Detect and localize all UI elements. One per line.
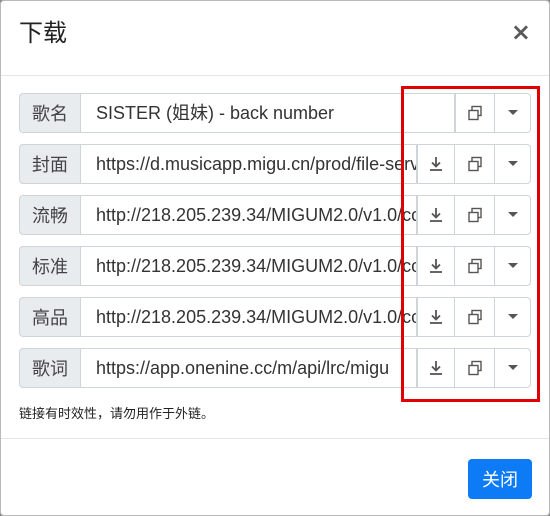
- copy-icon: [467, 258, 482, 274]
- download-button[interactable]: [417, 297, 455, 337]
- modal-footer: 关闭: [1, 438, 549, 515]
- copy-icon: [467, 360, 482, 376]
- download-icon: [430, 310, 442, 324]
- row-value-field[interactable]: http://218.205.239.34/MIGUM2.0/v1.0/cont…: [81, 297, 417, 337]
- close-x-button[interactable]: ×: [511, 20, 531, 44]
- row-value-field[interactable]: https://d.musicapp.migu.cn/prod/file-ser…: [81, 144, 417, 184]
- copy-button[interactable]: [455, 246, 495, 286]
- row-value-field[interactable]: https://app.onenine.cc/m/api/lrc/migu: [81, 348, 417, 388]
- row-high-quality: 高品 http://218.205.239.34/MIGUM2.0/v1.0/c…: [19, 297, 531, 337]
- row-smooth: 流畅 http://218.205.239.34/MIGUM2.0/v1.0/c…: [19, 195, 531, 235]
- row-label: 封面: [19, 144, 81, 184]
- caret-down-icon: [507, 365, 518, 370]
- dropdown-button[interactable]: [495, 348, 531, 388]
- download-icon: [430, 208, 442, 222]
- modal-title: 下载: [19, 19, 67, 47]
- download-button[interactable]: [417, 246, 455, 286]
- download-icon: [430, 259, 442, 273]
- row-label: 标准: [19, 246, 81, 286]
- caret-down-icon: [507, 263, 518, 268]
- row-song-name: 歌名 SISTER (姐妹) - back number: [19, 93, 531, 133]
- caret-down-icon: [507, 314, 518, 319]
- row-value-field[interactable]: http://218.205.239.34/MIGUM2.0/v1.0/cont…: [81, 195, 417, 235]
- row-value-field[interactable]: SISTER (姐妹) - back number: [81, 93, 455, 133]
- copy-icon: [467, 309, 482, 325]
- close-button[interactable]: 关闭: [468, 459, 532, 499]
- download-button[interactable]: [417, 195, 455, 235]
- row-label: 歌名: [19, 93, 81, 133]
- row-cover: 封面 https://d.musicapp.migu.cn/prod/file-…: [19, 144, 531, 184]
- row-label: 高品: [19, 297, 81, 337]
- modal-header: 下载 ×: [1, 1, 549, 76]
- download-icon: [430, 157, 442, 171]
- copy-button[interactable]: [455, 144, 495, 184]
- copy-icon: [468, 105, 482, 121]
- row-lyrics: 歌词 https://app.onenine.cc/m/api/lrc/migu: [19, 348, 531, 388]
- caret-down-icon: [507, 212, 518, 217]
- caret-down-icon: [507, 110, 518, 115]
- download-button[interactable]: [417, 348, 455, 388]
- row-label: 流畅: [19, 195, 81, 235]
- row-standard: 标准 http://218.205.239.34/MIGUM2.0/v1.0/c…: [19, 246, 531, 286]
- dropdown-button[interactable]: [495, 246, 531, 286]
- expiry-note: 链接有时效性，请勿用作于外链。: [19, 407, 215, 422]
- dropdown-button[interactable]: [495, 93, 531, 133]
- row-value-field[interactable]: http://218.205.239.34/MIGUM2.0/v1.0/cont…: [81, 246, 417, 286]
- download-modal: 下载 × 歌名 SISTER (姐妹) - back number 封面 htt…: [0, 0, 550, 516]
- row-label: 歌词: [19, 348, 81, 388]
- copy-icon: [467, 156, 482, 172]
- dropdown-button[interactable]: [495, 297, 531, 337]
- modal-body: 歌名 SISTER (姐妹) - back number 封面 https://…: [1, 76, 549, 438]
- copy-icon: [467, 207, 482, 223]
- copy-button[interactable]: [455, 348, 495, 388]
- copy-button[interactable]: [455, 195, 495, 235]
- download-button[interactable]: [417, 144, 455, 184]
- dropdown-button[interactable]: [495, 195, 531, 235]
- caret-down-icon: [507, 161, 518, 166]
- copy-button[interactable]: [455, 297, 495, 337]
- dropdown-button[interactable]: [495, 144, 531, 184]
- download-icon: [430, 361, 442, 375]
- copy-button[interactable]: [455, 93, 495, 133]
